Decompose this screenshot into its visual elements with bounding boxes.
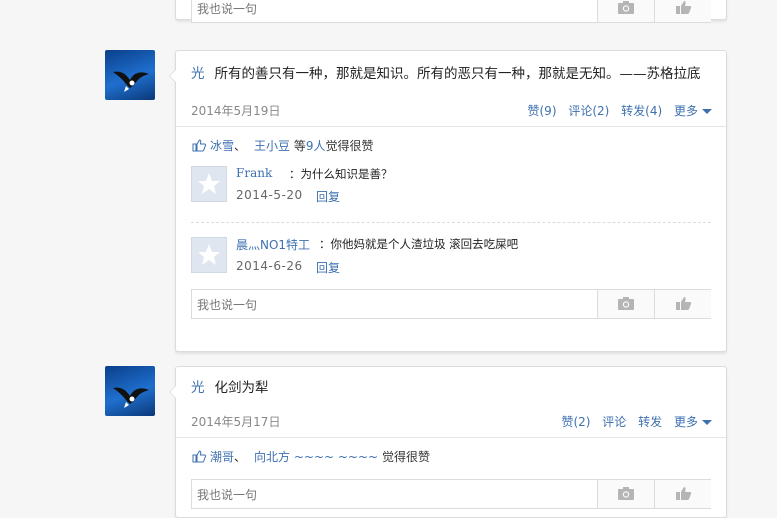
comment-text: ：你他妈就是个人渣垃圾 滚回去吃屎吧 [319,237,519,251]
status-actions: 赞(9) 评论(2) 转发(4) 更多 [520,102,712,119]
thumb-icon [676,1,692,14]
author-link[interactable]: 光 [191,380,205,396]
comment-date: 2014-5-20 [236,188,303,202]
comment-reply-link[interactable]: 回复 [316,188,340,205]
reply-bar: 我也说一句 [191,0,711,23]
chevron-down-icon [702,420,712,425]
status-text: 光化剑为犁 [176,367,726,401]
default-avatar-icon [198,173,220,194]
status-content: 所有的善只有一种，那就是知识。所有的恶只有一种，那就是无知。——苏格拉底 [214,66,701,82]
thumb-button[interactable] [654,480,711,508]
liker-name[interactable]: 向北方 ~~~~ ~~~~ [254,450,378,464]
comment-action[interactable]: 评论(2) [568,104,609,118]
share-action[interactable]: 转发 [638,415,662,429]
status-content: 化剑为犁 [214,380,269,396]
status-card: 光所有的善只有一种，那就是知识。所有的恶只有一种，那就是无知。——苏格拉底 20… [169,50,727,352]
liker-name[interactable]: 王小豆 [254,139,290,153]
comment-avatar[interactable] [191,237,227,273]
comment-avatar[interactable] [191,166,227,202]
comment-action[interactable]: 评论 [602,415,626,429]
comment-item: 晨灬NO1特工 ：你他妈就是个人渣垃圾 滚回去吃屎吧 2014-6-26 回复 [191,222,711,289]
comment-text: ：为什么知识是善？ [289,167,393,181]
user-avatar[interactable] [105,50,155,100]
status-meta: 2014年5月17日 赞(2) 评论 转发 更多 [176,407,726,437]
like-action[interactable]: 赞(2) [561,415,590,429]
status-actions: 赞(2) 评论 转发 更多 [553,413,712,430]
previous-post-card: 我也说一句 [175,0,727,23]
liker-name[interactable]: 冰雪 [210,139,234,153]
camera-icon [618,1,634,14]
status-card: 光化剑为犁 2014年5月17日 赞(2) 评论 转发 更多 潮哥、 向北方 ~~… [169,366,727,518]
reply-input[interactable]: 我也说一句 [197,0,257,17]
chevron-down-icon [702,109,712,114]
thumb-button[interactable] [654,0,711,22]
default-avatar-icon [198,244,220,265]
likes-summary: 冰雪、 王小豆 等9人觉得很赞 [176,127,726,158]
status-meta: 2014年5月19日 赞(9) 评论(2) 转发(4) 更多 [176,96,726,126]
status-date: 2014年5月17日 [191,415,281,429]
comment-item: Frank ：为什么知识是善？ 2014-5-20 回复 [191,158,711,222]
user-avatar[interactable] [105,366,155,416]
like-icon [192,450,206,463]
comment-reply-link[interactable]: 回复 [316,259,340,276]
more-action[interactable]: 更多 [674,415,712,429]
eagle-icon [113,387,149,408]
camera-icon [618,297,634,310]
likes-summary: 潮哥、 向北方 ~~~~ ~~~~ 觉得很赞 [176,438,726,469]
share-action[interactable]: 转发(4) [621,104,662,118]
reply-bar: 我也说一句 [191,479,711,509]
status-date: 2014年5月19日 [191,104,281,118]
likers-count[interactable]: 9人 [306,139,326,153]
like-action[interactable]: 赞(9) [528,104,557,118]
camera-button[interactable] [597,290,654,318]
eagle-icon [113,71,149,92]
comment-date: 2014-6-26 [236,259,303,273]
thumb-icon [676,297,692,310]
thumb-button[interactable] [654,290,711,318]
thumb-icon [676,487,692,500]
reply-input[interactable]: 我也说一句 [197,296,257,313]
author-link[interactable]: 光 [191,66,205,82]
status-text: 光所有的善只有一种，那就是知识。所有的恶只有一种，那就是无知。——苏格拉底 [176,51,726,87]
liker-name[interactable]: 潮哥 [210,450,234,464]
comment-author[interactable]: Frank [236,166,272,180]
like-icon [192,139,206,152]
more-action[interactable]: 更多 [674,104,712,118]
comment-author[interactable]: 晨灬NO1特工 [236,236,310,253]
camera-button[interactable] [597,480,654,508]
camera-icon [618,487,634,500]
reply-bar: 我也说一句 [191,289,711,319]
camera-button[interactable] [597,0,654,22]
reply-input[interactable]: 我也说一句 [197,486,257,503]
